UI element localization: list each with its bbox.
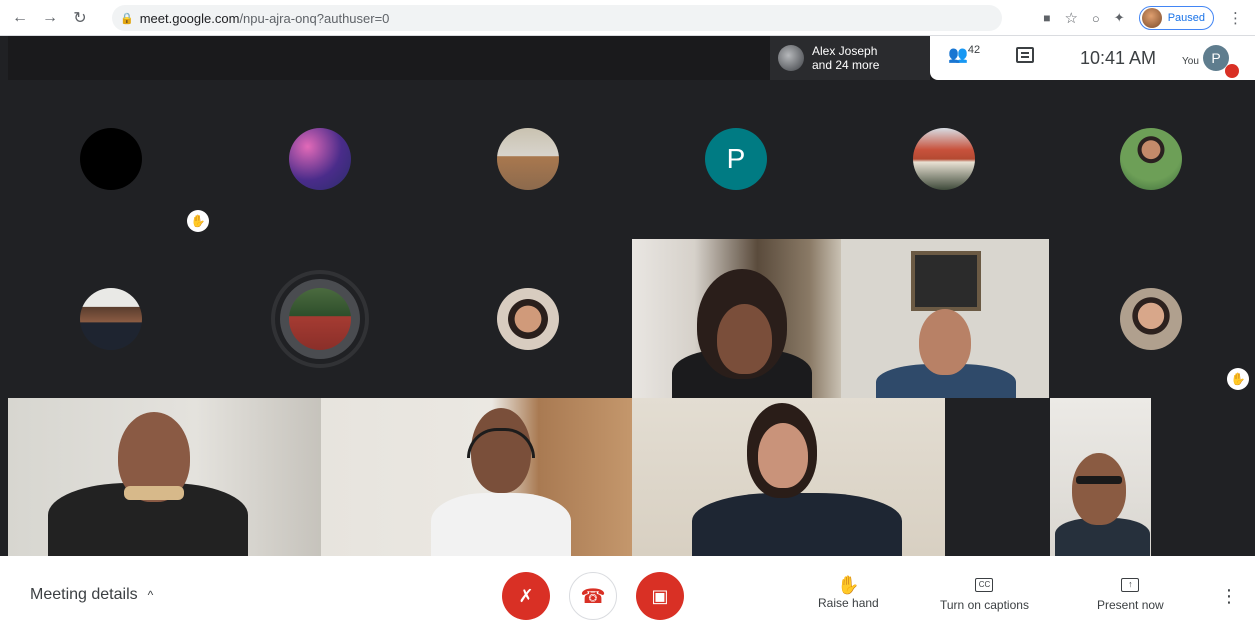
- more-options-icon[interactable]: ⋮: [1220, 586, 1238, 607]
- clock: 10:41 AM: [1080, 48, 1157, 68]
- participant-tile[interactable]: [1120, 288, 1182, 350]
- speaker-avatar: [778, 45, 804, 71]
- participant-avatar: [913, 128, 975, 190]
- sunglasses: [1076, 476, 1122, 484]
- reload-icon[interactable]: ↻: [68, 6, 92, 30]
- camera-toggle-button[interactable]: ▣: [636, 572, 684, 620]
- phone-hangup-icon: ☎: [580, 585, 606, 608]
- extension-circle-icon[interactable]: ○: [1092, 11, 1100, 26]
- captions-icon: CC: [975, 578, 994, 592]
- participant-avatar: [80, 288, 142, 350]
- lock-icon: 🔒: [120, 12, 134, 25]
- participant-avatar: [497, 128, 559, 190]
- people-button[interactable]: 👥42: [948, 44, 980, 64]
- forward-arrow-icon[interactable]: →: [38, 6, 62, 30]
- wall-clock-frame: [911, 251, 981, 311]
- browser-menu-icon[interactable]: ⋮: [1228, 9, 1243, 27]
- participant-avatar: [80, 128, 142, 190]
- bookmark-star-icon[interactable]: ☆: [1064, 9, 1077, 27]
- present-label: Present now: [1097, 598, 1164, 612]
- back-arrow-icon[interactable]: ←: [8, 6, 32, 30]
- participant-avatar: [1120, 288, 1182, 350]
- meeting-controls-bar: Meeting details ^ ✗ ☎ ▣ ✋ Raise hand CC …: [0, 556, 1255, 620]
- meeting-details-label: Meeting details: [30, 586, 138, 603]
- active-speakers-indicator[interactable]: Alex Joseph and 24 more: [770, 36, 930, 80]
- microphone-toggle-button[interactable]: ✗: [502, 572, 550, 620]
- raised-hand-icon: ✋: [1227, 368, 1249, 390]
- participant-tile[interactable]: [1120, 128, 1182, 190]
- profile-avatar: [1141, 8, 1162, 28]
- participant-count: 42: [967, 44, 981, 56]
- participant-video[interactable]: [321, 398, 632, 556]
- participant-avatar: [289, 288, 351, 350]
- raise-hand-button[interactable]: ✋ Raise hand: [818, 574, 879, 610]
- url-path: /npu-ajra-onq?authuser=0: [239, 10, 390, 26]
- participant-avatar: [1120, 128, 1182, 190]
- camera-off-icon: ▣: [651, 585, 669, 606]
- extensions-puzzle-icon[interactable]: ✦: [1114, 10, 1125, 26]
- participant-tile[interactable]: [80, 128, 142, 190]
- chat-icon[interactable]: [1016, 47, 1034, 63]
- hand-icon: ✋: [837, 575, 860, 595]
- people-icon: 👥: [948, 46, 968, 64]
- participant-avatar: [497, 288, 559, 350]
- address-bar[interactable]: 🔒 meet.google.com/npu-ajra-onq?authuser=…: [112, 5, 1002, 31]
- browser-toolbar: ← → ↻ 🔒 meet.google.com/npu-ajra-onq?aut…: [0, 0, 1255, 36]
- captions-button[interactable]: CC Turn on captions: [940, 574, 1029, 612]
- participant-tile[interactable]: [497, 288, 559, 350]
- participant-avatar-letter: P: [705, 128, 767, 190]
- meeting-info-panel: 👥42 10:41 AM You P: [930, 36, 1255, 80]
- mic-off-icon: ✗: [518, 585, 534, 606]
- raise-hand-label: Raise hand: [818, 596, 879, 610]
- profile-chip[interactable]: Paused: [1138, 6, 1214, 30]
- present-now-button[interactable]: ↑ Present now: [1097, 574, 1164, 612]
- participant-tile[interactable]: [280, 279, 360, 359]
- mic-off-badge-icon: [1225, 64, 1239, 78]
- participant-video[interactable]: [1050, 398, 1151, 556]
- participant-video[interactable]: [632, 398, 945, 556]
- raised-hand-icon: ✋: [187, 210, 209, 232]
- participant-tile[interactable]: [497, 128, 559, 190]
- speaking-halo: [280, 279, 360, 359]
- empty-video-gap: [945, 398, 1050, 556]
- participant-tile[interactable]: P: [705, 128, 767, 190]
- present-screen-icon: ↑: [1121, 578, 1140, 592]
- participant-tile[interactable]: [913, 128, 975, 190]
- participant-video[interactable]: [632, 239, 841, 398]
- participant-video[interactable]: [8, 398, 321, 556]
- active-speaker-more: and 24 more: [812, 58, 880, 72]
- chevron-up-icon: ^: [147, 588, 154, 602]
- url-host: meet.google.com: [139, 10, 240, 26]
- participant-grid: ✋ P ✋: [8, 80, 1255, 556]
- participant-tile[interactable]: [289, 128, 351, 190]
- camera-indicator-icon[interactable]: ■: [1043, 11, 1050, 25]
- captions-label: Turn on captions: [940, 598, 1029, 612]
- participant-tile[interactable]: [80, 288, 142, 350]
- leave-call-button[interactable]: ☎: [569, 572, 617, 620]
- participant-avatar: [289, 128, 351, 190]
- profile-status: Paused: [1167, 12, 1205, 24]
- participant-video[interactable]: [841, 239, 1049, 398]
- meeting-details-button[interactable]: Meeting details ^: [30, 586, 153, 604]
- scarf: [124, 486, 184, 500]
- you-label: You: [1182, 56, 1199, 67]
- active-speaker-name: Alex Joseph: [812, 44, 878, 58]
- url-text[interactable]: meet.google.com/npu-ajra-onq?authuser=0: [140, 11, 390, 26]
